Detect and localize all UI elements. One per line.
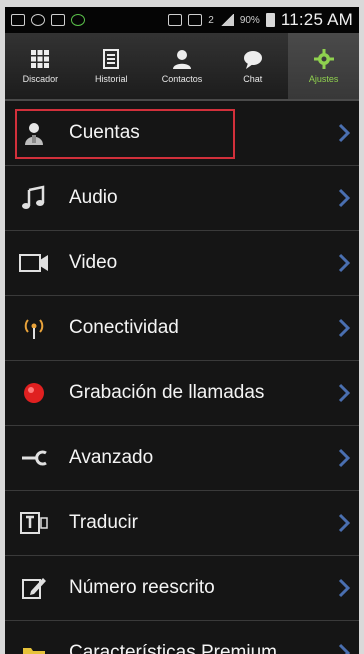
gear-icon bbox=[313, 49, 334, 69]
phone-screen: 2 90% 11:25 AM Discador Historial Contac… bbox=[5, 7, 359, 654]
chevron-right-icon bbox=[338, 643, 351, 654]
selection-highlight bbox=[15, 109, 235, 159]
tab-label: Historial bbox=[94, 74, 128, 84]
check-circle-icon bbox=[71, 14, 85, 26]
settings-item-label: Grabación de llamadas bbox=[69, 382, 265, 403]
chat-icon bbox=[243, 51, 262, 69]
notification-icons bbox=[11, 14, 85, 26]
settings-item-label: Audio bbox=[69, 187, 118, 208]
settings-item-cuentas[interactable]: Cuentas bbox=[5, 101, 359, 166]
signal-icon bbox=[219, 14, 234, 26]
tab-chat[interactable]: Chat bbox=[217, 33, 288, 99]
tab-label: Ajustes bbox=[308, 74, 339, 84]
chevron-right-icon bbox=[338, 123, 351, 143]
chevron-right-icon bbox=[338, 188, 351, 208]
settings-item-label: Conectividad bbox=[69, 317, 179, 338]
settings-item-label: Características Premium bbox=[69, 642, 277, 654]
chevron-right-icon bbox=[338, 318, 351, 338]
alarm-icon bbox=[168, 14, 183, 26]
chevron-right-icon bbox=[338, 253, 351, 273]
tab-label: Contactos bbox=[161, 74, 203, 84]
settings-item-audio[interactable]: Audio bbox=[5, 166, 359, 231]
wifi-icon bbox=[188, 14, 203, 26]
chat-bubble-icon bbox=[31, 14, 45, 26]
tab-label: Discador bbox=[22, 74, 59, 84]
dialpad-icon bbox=[31, 50, 50, 68]
status-bar: 2 90% 11:25 AM bbox=[5, 7, 359, 33]
message-icon bbox=[11, 14, 25, 26]
tab-historial[interactable]: Historial bbox=[76, 33, 147, 99]
contacts-icon bbox=[172, 50, 191, 69]
translate-icon bbox=[19, 508, 49, 538]
settings-item-label: Avanzado bbox=[69, 447, 154, 468]
edit-icon bbox=[19, 573, 49, 603]
settings-item-label: Video bbox=[69, 252, 118, 273]
settings-item-grabacion[interactable]: Grabación de llamadas bbox=[5, 361, 359, 426]
tab-contactos[interactable]: Contactos bbox=[147, 33, 218, 99]
settings-item-traducir[interactable]: Traducir bbox=[5, 491, 359, 556]
tab-discador[interactable]: Discador bbox=[5, 33, 76, 99]
video-camera-icon bbox=[19, 248, 49, 278]
chevron-right-icon bbox=[338, 578, 351, 598]
tab-ajustes[interactable]: Ajustes bbox=[288, 33, 359, 99]
battery-icon bbox=[265, 13, 275, 27]
music-note-icon bbox=[19, 183, 49, 213]
settings-item-premium[interactable]: Características Premium bbox=[5, 621, 359, 654]
settings-item-label: Número reescrito bbox=[69, 577, 215, 598]
settings-item-numero-reescrito[interactable]: Número reescrito bbox=[5, 556, 359, 621]
settings-item-label: Traducir bbox=[69, 512, 138, 533]
chevron-right-icon bbox=[338, 448, 351, 468]
settings-item-avanzado[interactable]: Avanzado bbox=[5, 426, 359, 491]
folder-icon bbox=[19, 638, 49, 654]
settings-item-conectividad[interactable]: Conectividad bbox=[5, 296, 359, 361]
settings-item-video[interactable]: Video bbox=[5, 231, 359, 296]
chevron-right-icon bbox=[338, 383, 351, 403]
history-icon bbox=[103, 49, 120, 69]
clock: 11:25 AM bbox=[280, 10, 353, 29]
record-icon bbox=[19, 378, 49, 408]
battery-percent: 90% bbox=[239, 14, 260, 26]
sim-indicator: 2 bbox=[208, 14, 214, 26]
image-icon bbox=[51, 14, 65, 26]
system-icons: 2 90% 11:25 AM bbox=[168, 10, 353, 30]
settings-list: Cuentas Audio Video Conectividad Grabaci… bbox=[5, 101, 359, 654]
top-tab-bar: Discador Historial Contactos Chat Ajuste… bbox=[5, 33, 359, 101]
antenna-icon bbox=[19, 313, 49, 343]
chevron-right-icon bbox=[338, 513, 351, 533]
wrench-icon bbox=[19, 443, 49, 473]
tab-label: Chat bbox=[243, 74, 263, 84]
